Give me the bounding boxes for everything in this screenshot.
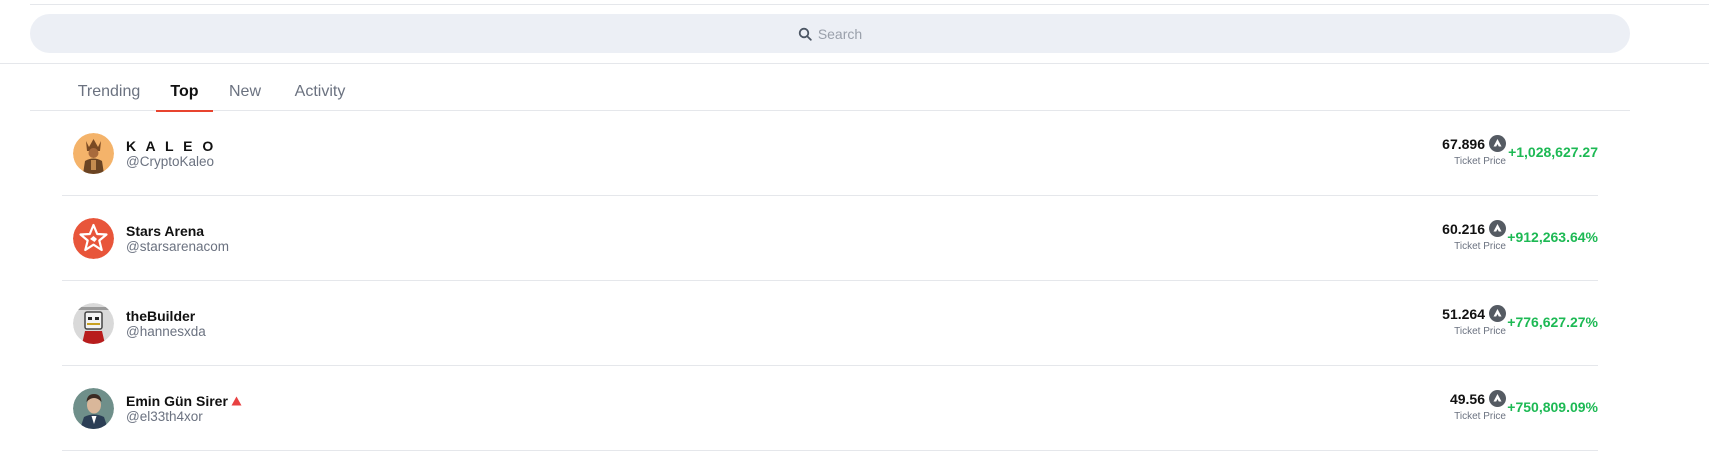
- ticket-price: 60.216: [1442, 220, 1485, 237]
- top-divider: [30, 4, 1709, 5]
- user-handle: @el33th4xor: [126, 409, 203, 424]
- ticket-price: 51.264: [1442, 305, 1485, 322]
- ticket-price: 49.56: [1449, 390, 1485, 407]
- search-input[interactable]: Search: [818, 26, 862, 42]
- list-item[interactable]: Emin Gün Sirer @el33th4xor 49.56 Ticket …: [62, 366, 1598, 451]
- price-block: 51.264 Ticket Price: [1442, 305, 1506, 337]
- tab-activity[interactable]: Activity: [292, 72, 348, 111]
- tab-top[interactable]: Top: [156, 72, 213, 112]
- ticket-price-label: Ticket Price: [1454, 156, 1506, 167]
- user-name: theBuilder: [126, 308, 196, 324]
- price-change: +776,627.27%: [1507, 314, 1598, 330]
- avatar[interactable]: [73, 388, 114, 429]
- user-handle: @hannesxda: [126, 324, 206, 339]
- ticket-price: 67.896: [1442, 135, 1485, 152]
- user-handle: @starsarenacom: [126, 239, 229, 254]
- search-bar[interactable]: Search: [30, 14, 1630, 53]
- tab-bar: Trending Top New Activity: [30, 72, 1630, 112]
- user-name-text: Emin Gün Sirer: [126, 393, 228, 409]
- ticket-price-label: Ticket Price: [1454, 241, 1506, 252]
- price-block: 67.896 Ticket Price: [1442, 135, 1506, 167]
- tab-trending[interactable]: Trending: [78, 72, 141, 111]
- search-icon: [798, 27, 812, 41]
- user-name: K A L E O: [126, 138, 217, 154]
- price-change: +750,809.09%: [1507, 399, 1598, 415]
- list-item[interactable]: K A L E O @CryptoKaleo 67.896 Ticket Pri…: [62, 111, 1598, 196]
- page: Search Trending Top New Activity K A L E…: [0, 0, 1709, 460]
- list-item[interactable]: Stars Arena @starsarenacom 60.216 Ticket…: [62, 196, 1598, 281]
- avax-icon: [1489, 390, 1506, 407]
- avatar[interactable]: [73, 303, 114, 344]
- avatar[interactable]: [73, 218, 114, 259]
- avax-icon: [1489, 305, 1506, 322]
- ticket-price-label: Ticket Price: [1454, 326, 1506, 337]
- tab-new[interactable]: New: [228, 72, 262, 111]
- user-list: K A L E O @CryptoKaleo 67.896 Ticket Pri…: [62, 111, 1598, 451]
- avatar[interactable]: [73, 133, 114, 174]
- header-divider: [0, 63, 1709, 64]
- user-handle: @CryptoKaleo: [126, 154, 214, 169]
- price-block: 49.56 Ticket Price: [1450, 390, 1506, 422]
- avax-icon: [1489, 220, 1506, 237]
- user-name: Stars Arena: [126, 223, 205, 239]
- avalanche-triangle-icon: [231, 396, 242, 406]
- price-change: +1,028,627.27: [1508, 144, 1598, 160]
- price-block: 60.216 Ticket Price: [1442, 220, 1506, 252]
- price-change: +912,263.64%: [1507, 229, 1598, 245]
- list-item[interactable]: theBuilder @hannesxda 51.264 Ticket Pric…: [62, 281, 1598, 366]
- user-name: Emin Gün Sirer: [126, 393, 242, 409]
- avax-icon: [1489, 135, 1506, 152]
- ticket-price-label: Ticket Price: [1454, 411, 1506, 422]
